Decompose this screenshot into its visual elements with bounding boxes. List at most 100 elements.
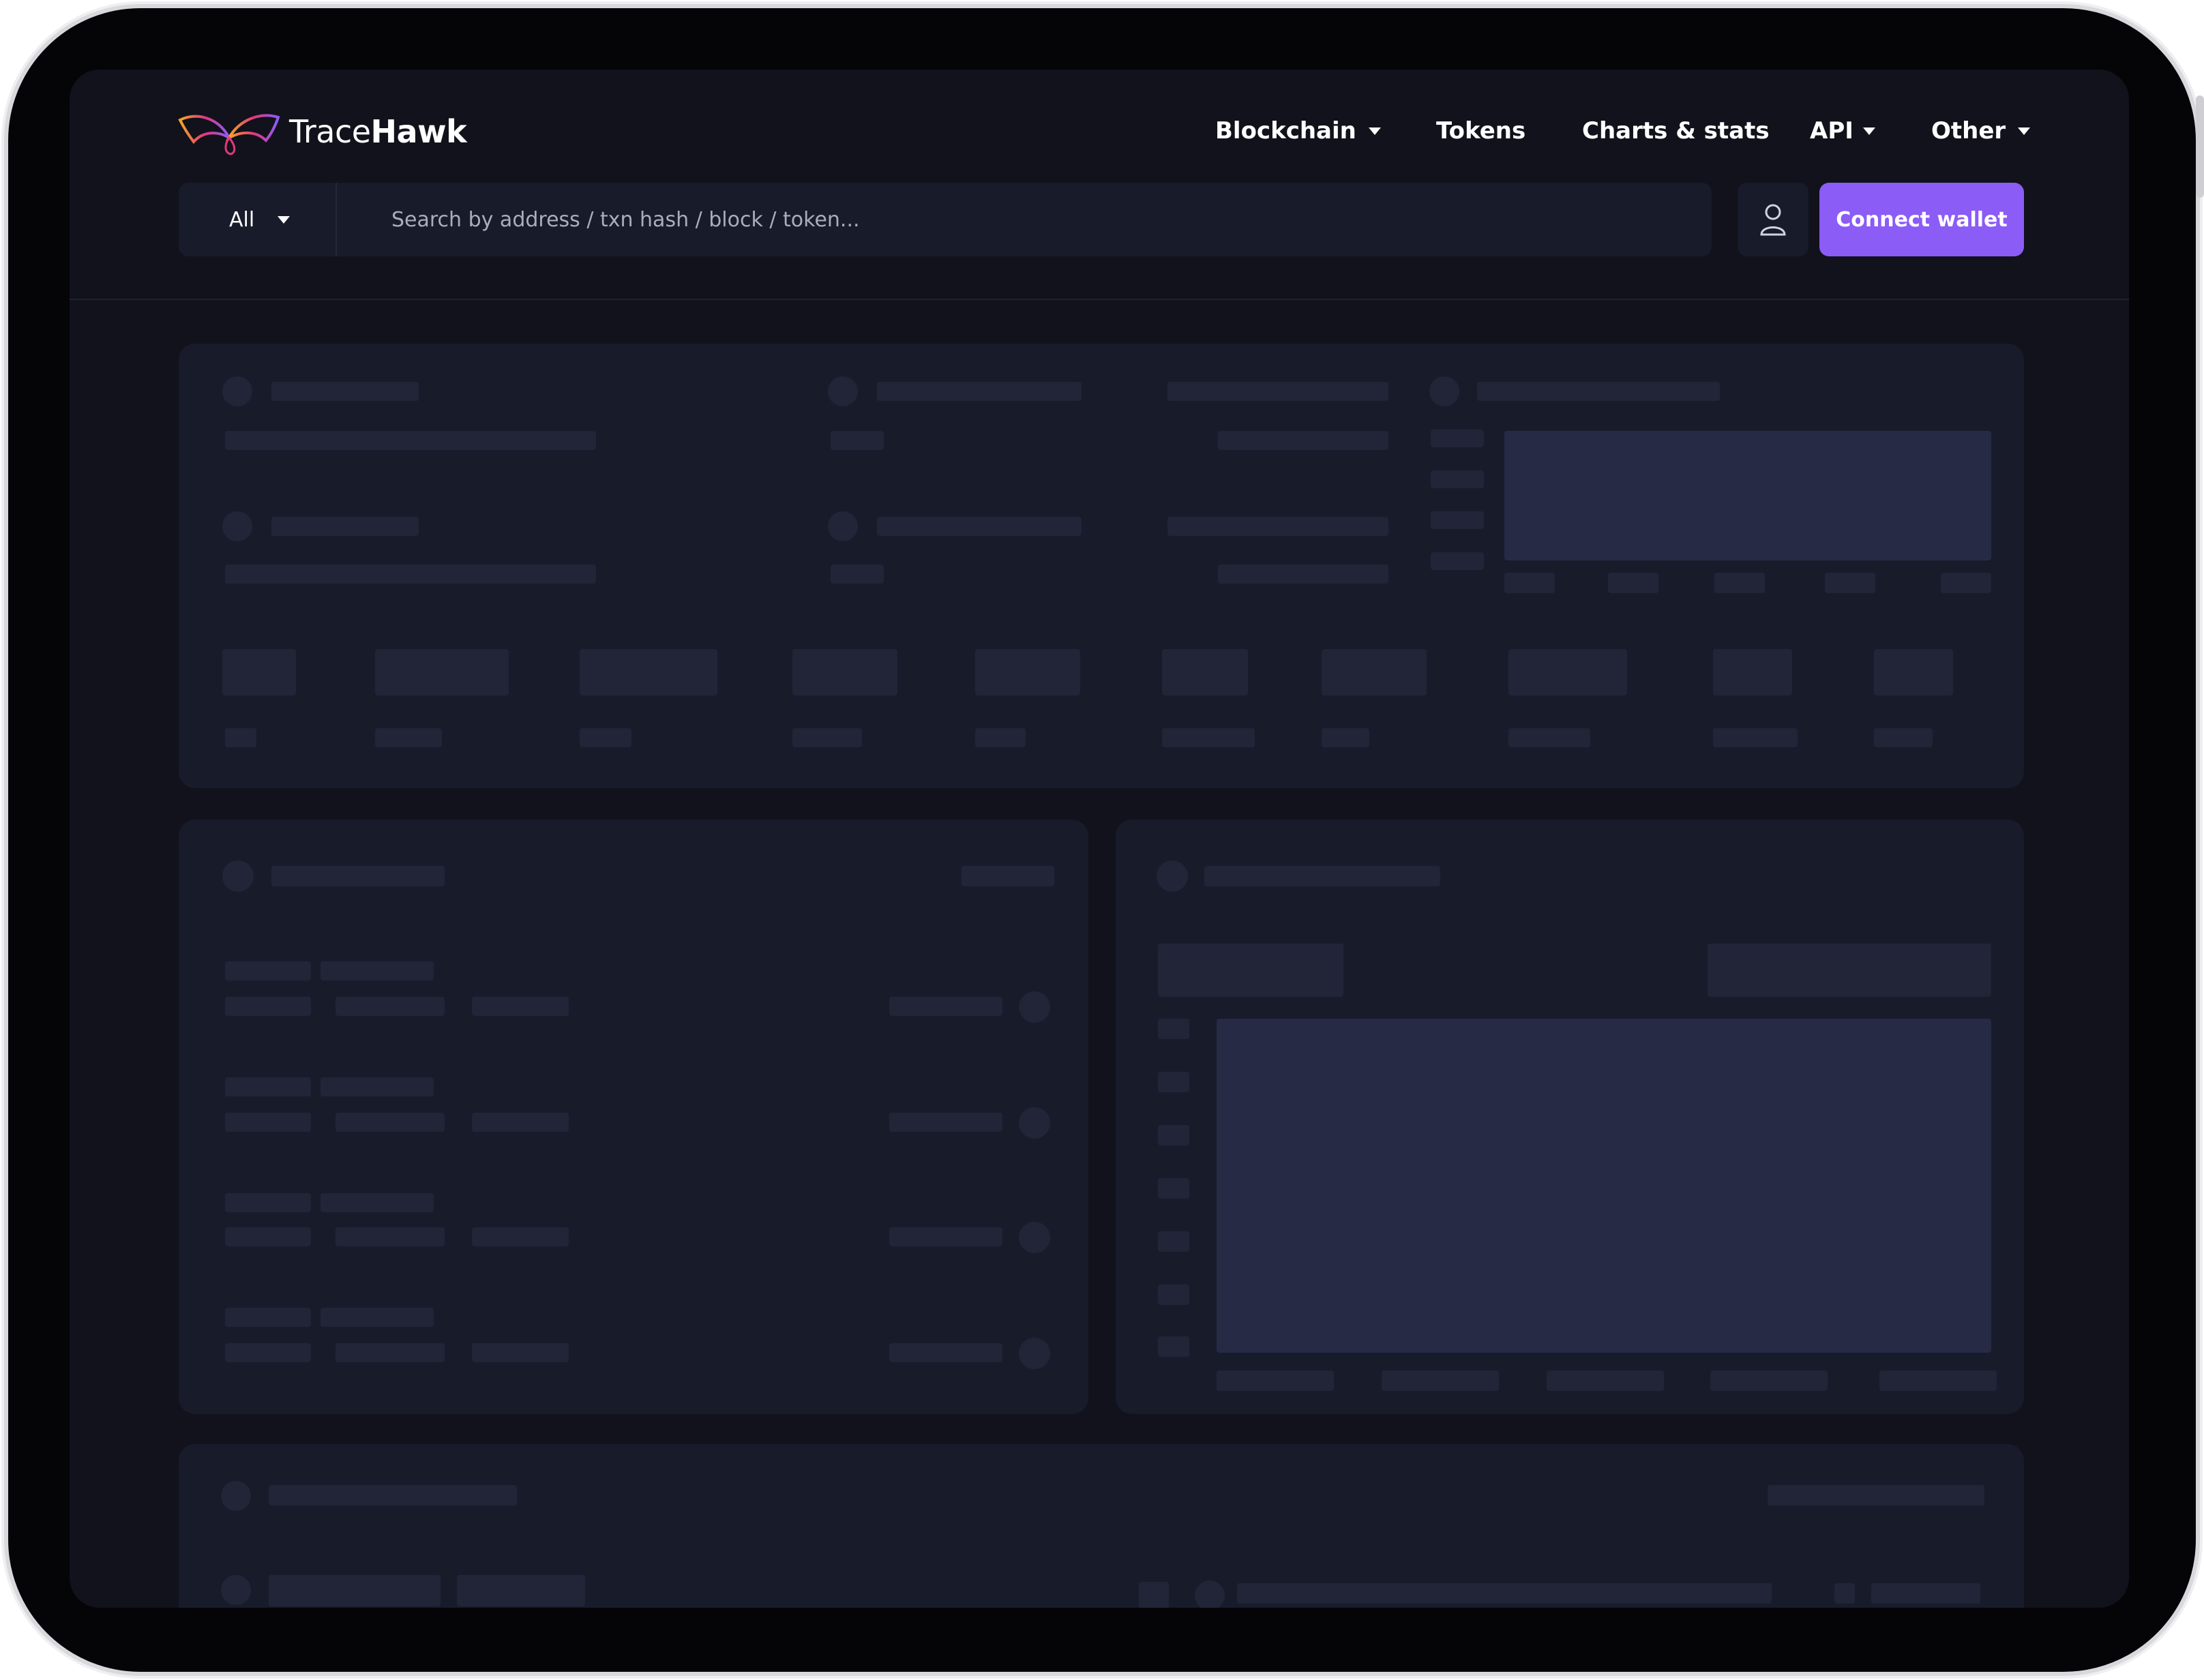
- skeleton-line: [225, 1113, 311, 1132]
- skeleton-tick: [1217, 1370, 1334, 1391]
- search-bar: All: [179, 183, 1778, 256]
- skeleton-stat: [1713, 649, 1792, 695]
- skeleton-tick: [1431, 511, 1484, 529]
- nav-blockchain[interactable]: Blockchain: [1215, 110, 1381, 151]
- nav-tokens[interactable]: Tokens: [1436, 110, 1525, 151]
- device-side-button: [2196, 95, 2204, 198]
- skeleton-line: [472, 1343, 569, 1362]
- skeleton-stat: [1874, 649, 1953, 695]
- brand-logo[interactable]: TraceHawk: [176, 108, 469, 162]
- skeleton-stat: [1322, 649, 1427, 695]
- chevron-down-icon: [278, 215, 291, 224]
- skeleton-icon: [1139, 1582, 1169, 1608]
- skeleton-label: [580, 728, 631, 747]
- skeleton-icon: [1195, 1580, 1225, 1608]
- skeleton-tick: [1608, 573, 1658, 593]
- skeleton-line: [225, 431, 596, 450]
- skeleton-line: [1237, 1583, 1772, 1604]
- skeleton-tick: [1431, 470, 1484, 488]
- skeleton-line: [225, 565, 596, 584]
- skeleton-stat: [975, 649, 1080, 695]
- skeleton-tick: [1504, 573, 1555, 593]
- search-filter-value: All: [229, 207, 255, 232]
- skeleton-tick: [1714, 573, 1765, 593]
- skeleton-line: [472, 1113, 569, 1132]
- skeleton-label: [792, 728, 862, 747]
- hawk-logo-icon: [178, 114, 280, 155]
- search-input[interactable]: [337, 183, 1712, 256]
- skeleton-icon: [1157, 860, 1188, 892]
- skeleton-line: [877, 382, 1082, 401]
- connect-wallet-button[interactable]: Connect wallet: [1819, 183, 2024, 256]
- skeleton-line: [889, 1227, 1002, 1246]
- skeleton-label: [1162, 728, 1255, 747]
- nav-other[interactable]: Other: [1931, 110, 2031, 151]
- nav-api[interactable]: API: [1810, 110, 1875, 151]
- skeleton-tick: [1158, 1178, 1189, 1199]
- list-card-skeleton: [179, 820, 1088, 1414]
- skeleton-icon: [222, 511, 252, 541]
- skeleton-line: [1167, 517, 1388, 536]
- skeleton-line: [1477, 382, 1720, 401]
- skeleton-stat: [222, 649, 296, 695]
- skeleton-line: [225, 997, 311, 1016]
- skeleton-line: [472, 997, 569, 1016]
- skeleton-tick: [1158, 1336, 1189, 1357]
- skeleton-line: [1204, 866, 1440, 886]
- skeleton-line: [336, 997, 445, 1016]
- skeleton-stat: [1508, 649, 1627, 695]
- skeleton-tick: [1879, 1370, 1997, 1391]
- user-icon: [1760, 204, 1786, 236]
- skeleton-line: [225, 961, 311, 980]
- skeleton-line: [321, 961, 434, 980]
- skeleton-tick: [1941, 573, 1991, 593]
- skeleton-line: [962, 866, 1054, 886]
- skeleton-line: [336, 1227, 445, 1246]
- skeleton-line: [889, 997, 1002, 1016]
- skeleton-tick: [1158, 1231, 1189, 1252]
- stats-card-skeleton: [179, 344, 2024, 788]
- skeleton-stat: [1162, 649, 1248, 695]
- nav-api-label: API: [1810, 117, 1853, 145]
- skeleton-tick: [1158, 1072, 1189, 1092]
- skeleton-line: [225, 1308, 311, 1327]
- skeleton-label: [1874, 728, 1933, 747]
- skeleton-icon: [828, 376, 858, 406]
- skeleton-line: [831, 565, 884, 584]
- search-filter-select[interactable]: All: [179, 183, 337, 256]
- skeleton-tick: [1158, 1019, 1189, 1039]
- skeleton-line: [321, 1308, 434, 1327]
- chart-card-skeleton: [1116, 820, 2024, 1414]
- chevron-down-icon: [1368, 127, 1381, 135]
- skeleton-chart: [1504, 431, 1991, 560]
- skeleton-line: [1218, 431, 1388, 450]
- header-divider: [70, 299, 2129, 300]
- skeleton-icon: [222, 860, 254, 892]
- skeleton-icon: [221, 1481, 251, 1511]
- skeleton-line: [1871, 1583, 1980, 1604]
- skeleton-icon: [221, 1575, 251, 1605]
- skeleton-label: [1508, 728, 1590, 747]
- skeleton-stat: [375, 649, 509, 695]
- skeleton-line: [225, 1077, 311, 1096]
- skeleton-label: [975, 728, 1026, 747]
- skeleton-tick: [1382, 1370, 1499, 1391]
- skeleton-icon: [1019, 991, 1050, 1023]
- skeleton-icon: [1834, 1583, 1855, 1604]
- skeleton-label: [225, 728, 256, 747]
- skeleton-tick: [1158, 1285, 1189, 1305]
- skeleton-icon: [828, 511, 858, 541]
- skeleton-line: [271, 517, 419, 536]
- skeleton-line: [271, 866, 445, 886]
- table-card-skeleton: [179, 1444, 2024, 1608]
- skeleton-line: [225, 1227, 311, 1246]
- skeleton-label: [1322, 728, 1369, 747]
- nav-charts-stats[interactable]: Charts & stats: [1582, 110, 1770, 151]
- skeleton-icon: [1019, 1222, 1050, 1253]
- profile-button[interactable]: [1738, 183, 1808, 256]
- skeleton-tick: [1431, 430, 1484, 447]
- skeleton-line: [321, 1077, 434, 1096]
- skeleton-line: [269, 1575, 441, 1606]
- skeleton-icon: [1429, 376, 1459, 406]
- nav-tokens-label: Tokens: [1436, 117, 1526, 145]
